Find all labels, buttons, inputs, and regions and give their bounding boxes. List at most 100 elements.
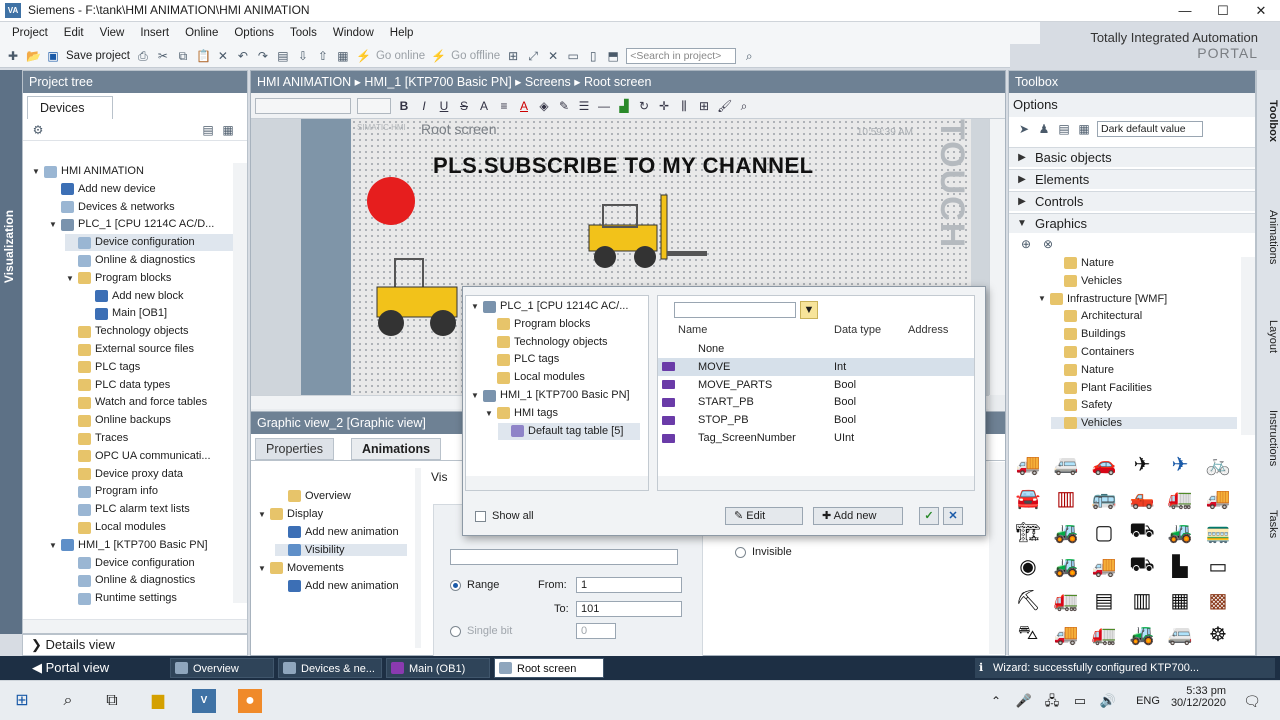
project-tree-item[interactable]: Technology objects xyxy=(65,323,233,340)
steering-wheel-icon[interactable]: ☸ xyxy=(1203,621,1233,647)
jet-icon[interactable]: ✈ xyxy=(1165,451,1195,477)
close-icon[interactable]: ✕ xyxy=(1242,0,1280,22)
section-controls[interactable]: ▶ Controls xyxy=(1009,191,1255,211)
upload-icon[interactable]: ⇧ xyxy=(316,49,330,63)
tia-portal-taskbar-icon[interactable]: V xyxy=(192,689,216,713)
dump-truck-icon[interactable]: 🚚 xyxy=(1203,485,1233,511)
barrel-icon[interactable]: ▥ xyxy=(1051,485,1081,511)
graphics-tree-item[interactable]: Architectural xyxy=(1051,310,1237,323)
tag-tree-hscrollbar[interactable] xyxy=(466,476,648,490)
editor-tab-root-screen[interactable]: Root screen xyxy=(494,658,604,678)
section-basic-objects[interactable]: ▶ Basic objects xyxy=(1009,147,1255,167)
section-elements[interactable]: ▶ Elements xyxy=(1009,169,1255,189)
visualization-side-tab[interactable]: Visualization xyxy=(0,70,22,634)
container-car-icon[interactable]: ▥ xyxy=(1127,587,1157,613)
roller-icon[interactable]: ⛍ xyxy=(1013,621,1043,647)
tree-overview-icon[interactable]: ▦ xyxy=(221,123,235,137)
flatbed-icon[interactable]: ▤ xyxy=(1089,587,1119,613)
tractor-graphic[interactable] xyxy=(371,249,461,341)
forklift-icon[interactable]: 🏗 xyxy=(1013,519,1043,545)
task-view-icon[interactable]: ⧉ xyxy=(100,689,124,713)
project-tree-item[interactable]: Traces xyxy=(65,430,233,447)
tag-source-item[interactable]: Technology objects xyxy=(484,334,640,351)
format-painter-icon[interactable]: 🖌 xyxy=(717,99,732,113)
font-family-select[interactable] xyxy=(255,97,351,114)
cargo-car-icon[interactable]: ▩ xyxy=(1203,587,1233,613)
rotate-icon[interactable]: ↻ xyxy=(637,99,651,113)
redo-icon[interactable]: ↷ xyxy=(256,49,270,63)
compile-icon[interactable]: ▤ xyxy=(276,49,290,63)
minimize-icon[interactable]: — xyxy=(1166,0,1204,22)
menu-insert[interactable]: Insert xyxy=(132,27,177,39)
portal-view-button[interactable]: ◀ Portal view xyxy=(32,660,109,676)
go-offline-icon[interactable]: ⚡ xyxy=(431,49,446,63)
loader-icon[interactable]: 🚜 xyxy=(1051,519,1081,545)
editor-tab-overview[interactable]: Overview xyxy=(170,658,274,678)
copy-icon[interactable]: ⧉ xyxy=(176,49,190,63)
project-tree-item[interactable]: Device proxy data xyxy=(65,466,233,483)
graphics-tree-item[interactable]: Vehicles xyxy=(1051,274,1237,287)
distribute-icon[interactable]: ✛ xyxy=(657,99,671,113)
line-color-icon[interactable]: ✎ xyxy=(557,99,571,113)
project-tree-item[interactable]: Device configuration xyxy=(65,555,233,572)
collapse-icon[interactable]: ▼ xyxy=(48,216,58,233)
add-new-tag-button[interactable]: ✚ Add new xyxy=(813,507,903,525)
wheel-icon[interactable]: ◉ xyxy=(1013,553,1043,579)
editor-tab-devices[interactable]: Devices & ne... xyxy=(278,658,382,678)
tag-source-item[interactable]: ▼ HMI tags xyxy=(484,405,640,422)
tag-row[interactable]: MOVE Int xyxy=(658,357,974,376)
tab-properties[interactable]: Properties xyxy=(255,438,334,460)
bus-icon[interactable]: 🚌 xyxy=(1089,485,1119,511)
new-project-icon[interactable]: ✚ xyxy=(6,49,20,63)
animation-tree-item[interactable]: Overview xyxy=(275,490,407,502)
open-project-icon[interactable]: 📂 xyxy=(26,49,41,63)
side-tab-animations[interactable]: Animations xyxy=(1259,210,1279,264)
collapse-icon[interactable]: ▼ xyxy=(470,387,480,404)
blue-truck-icon[interactable]: 🚚 xyxy=(1089,553,1119,579)
italic-icon[interactable]: I xyxy=(417,99,431,113)
project-search-input[interactable]: <Search in project> xyxy=(626,47,737,64)
print-icon[interactable]: ⎙ xyxy=(136,49,150,63)
project-tree-item[interactable]: Devices & networks xyxy=(48,199,233,216)
pickup-icon[interactable]: 🛻 xyxy=(1127,485,1157,511)
go-online-icon[interactable]: ⚡ xyxy=(356,49,371,63)
details-view-bar[interactable]: ❯ Details view xyxy=(22,634,248,656)
graphics-tree-item[interactable]: Vehicles xyxy=(1051,417,1237,430)
box-truck-icon[interactable]: 🚛 xyxy=(1089,621,1119,647)
project-tree-item[interactable]: ▼ Program blocks xyxy=(65,270,233,287)
style-select[interactable]: Dark default value xyxy=(1097,121,1203,137)
animation-tree-item[interactable]: Visibility xyxy=(275,544,407,556)
confirm-check-icon[interactable]: ✓ xyxy=(919,507,939,525)
project-tree-item[interactable]: PLC alarm text lists xyxy=(65,501,233,518)
maximize-icon[interactable]: ☐ xyxy=(1204,0,1242,22)
bulldozer-icon[interactable]: 🚜 xyxy=(1127,621,1157,647)
single-bit-input[interactable]: 0 xyxy=(576,623,616,639)
project-tree-item[interactable]: Add new block xyxy=(82,288,233,305)
recorder-taskbar-icon[interactable]: ● xyxy=(238,689,262,713)
arrange-icon[interactable]: ▟ xyxy=(617,99,631,113)
tray-chevron-icon[interactable]: ⌃ xyxy=(984,689,1008,713)
truck-icon[interactable]: 🚚 xyxy=(1013,451,1043,477)
cut-icon[interactable]: ✂ xyxy=(156,49,170,63)
menu-help[interactable]: Help xyxy=(382,27,422,39)
canvas-vscrollbar[interactable] xyxy=(989,119,1005,395)
user-icon[interactable]: ♟ xyxy=(1037,122,1051,136)
network-icon[interactable]: 🖧 xyxy=(1040,689,1064,713)
menu-edit[interactable]: Edit xyxy=(56,27,92,39)
pointer-icon[interactable]: ➤ xyxy=(1017,122,1031,136)
tag-row[interactable]: None xyxy=(658,340,974,358)
menu-tools[interactable]: Tools xyxy=(282,27,325,39)
side-tab-toolbox[interactable]: Toolbox xyxy=(1259,100,1279,142)
airplane-icon[interactable]: ✈ xyxy=(1127,451,1157,477)
to-input[interactable]: 101 xyxy=(576,601,682,617)
clock[interactable]: 5:33 pm 30/12/2020 xyxy=(1171,685,1226,709)
invisible-radio[interactable]: Invisible xyxy=(735,546,792,558)
project-tree-item[interactable]: Online & diagnostics xyxy=(65,252,233,269)
tag-filter-input[interactable] xyxy=(674,302,796,318)
undo-icon[interactable]: ↶ xyxy=(236,49,250,63)
graphics-tree-item[interactable]: Containers xyxy=(1051,346,1237,358)
graphics-tree-item[interactable]: Plant Facilities xyxy=(1051,381,1237,394)
tab-animations[interactable]: Animations xyxy=(351,438,442,460)
graphics-tree-item[interactable]: Nature xyxy=(1051,363,1237,376)
tag-list-hscrollbar[interactable] xyxy=(658,476,974,490)
